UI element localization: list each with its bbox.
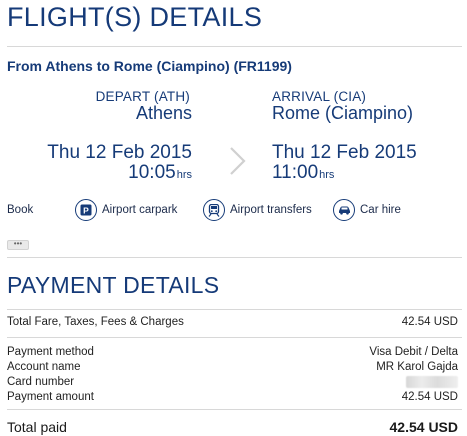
- svg-text:P: P: [83, 205, 89, 215]
- depart-city: Athens: [135, 103, 192, 123]
- book-label: Book: [7, 204, 34, 216]
- train-icon: [203, 199, 225, 221]
- divider: [7, 337, 462, 338]
- parking-icon: P: [75, 199, 97, 221]
- total-paid-value: 42.54 USD: [389, 419, 458, 435]
- arrival-label: ARRIVAL (CIA): [272, 89, 367, 104]
- card-number-label: Card number: [7, 376, 75, 388]
- fare-label: Total Fare, Taxes, Fees & Charges: [7, 316, 184, 328]
- account-name-label: Account name: [7, 361, 81, 373]
- payment-amount-label: Payment amount: [7, 391, 94, 403]
- payment-amount-value: 42.54 USD: [401, 391, 458, 403]
- depart-time-value: 10:05: [128, 162, 176, 183]
- divider: [7, 46, 462, 47]
- airport-transfers-label: Airport transfers: [230, 204, 312, 216]
- arrival-time-value: 11:00: [272, 162, 319, 183]
- more-options-button[interactable]: •••: [7, 240, 29, 250]
- arrival-time-unit: hrs: [319, 169, 335, 181]
- arrival-date: Thu 12 Feb 2015: [272, 142, 417, 163]
- payment-method-value: Visa Debit / Delta: [369, 346, 458, 358]
- divider: [7, 257, 462, 258]
- airport-transfers-link[interactable]: Airport transfers: [203, 199, 312, 221]
- total-paid-label: Total paid: [7, 419, 67, 435]
- depart-date: Thu 12 Feb 2015: [47, 142, 192, 163]
- depart-label: DEPART (ATH): [95, 89, 190, 104]
- book-toolbar: Book P Airport carpark Airport transfers: [7, 198, 462, 224]
- fare-value: 42.54 USD: [401, 316, 458, 328]
- depart-time-unit: hrs: [176, 169, 192, 181]
- divider: [7, 309, 462, 310]
- car-icon: [333, 199, 355, 221]
- route-title: From Athens to Rome (Ciampino) (FR1199): [7, 58, 292, 74]
- flight-details-heading: FLIGHT(S) DETAILS: [7, 2, 263, 32]
- chevron-right-icon: [230, 147, 246, 175]
- payment-method-label: Payment method: [7, 346, 94, 358]
- depart-time: 10:05hrs: [128, 162, 192, 184]
- car-hire-label: Car hire: [360, 204, 401, 216]
- arrival-time: 11:00hrs: [272, 162, 334, 184]
- airport-carpark-link[interactable]: P Airport carpark: [75, 199, 177, 221]
- payment-details-heading: PAYMENT DETAILS: [7, 272, 220, 298]
- car-hire-link[interactable]: Car hire: [333, 199, 401, 221]
- airport-carpark-label: Airport carpark: [102, 204, 178, 216]
- divider: [7, 409, 462, 410]
- card-number-masked: [406, 376, 458, 388]
- account-name-value: MR Karol Gajda: [376, 361, 458, 373]
- arrival-city: Rome (Ciampino): [272, 103, 414, 123]
